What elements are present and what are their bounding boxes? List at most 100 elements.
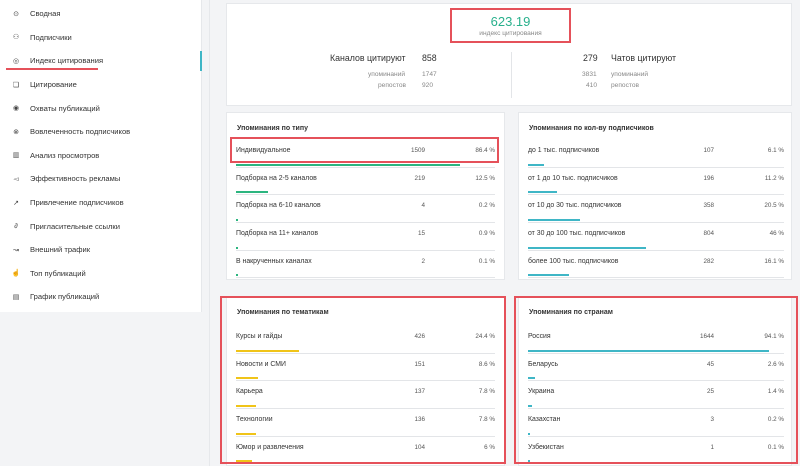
citation-index-label: индекс цитирования xyxy=(479,30,542,37)
by-subs-title: Упоминания по кол-ву подписчиков xyxy=(529,125,654,132)
bar-chart-icon: ▥ xyxy=(12,152,20,160)
sidebar-item-label: Вовлеченность подписчиков xyxy=(30,127,131,137)
divider xyxy=(209,0,210,466)
by-type-row: Подборка на 2-5 каналов 219 12.5 % xyxy=(236,168,495,196)
sidebar-item[interactable]: ⊙ Сводная xyxy=(0,2,201,26)
sidebar-item-label: Пригласительные ссылки xyxy=(30,221,121,231)
row-percent: 6.1 % xyxy=(767,147,784,154)
sidebar-item[interactable]: ◅ Эффективность рекламы xyxy=(0,167,201,191)
sidebar-item[interactable]: ▤ График публикаций xyxy=(0,285,201,309)
row-label: Подборка на 6-10 каналов xyxy=(236,202,321,210)
highlight-individual xyxy=(230,137,499,163)
row-progress-bar xyxy=(236,274,238,277)
sidebar-item-label: Эффективность рекламы xyxy=(30,174,121,184)
sidebar: ⊙ Сводная ⚇ Подписчики ◎ Индекс цитирования ❏ Ц… xyxy=(0,0,202,312)
arrow-icon: ↗ xyxy=(13,199,19,207)
sidebar-item[interactable]: ↝ Внешний трафик xyxy=(0,238,201,262)
by-type-title: Упоминания по типу xyxy=(237,125,308,132)
by-subs-row: до 1 тыс. подписчиков 107 6.1 % xyxy=(528,140,784,168)
row-count: 4 xyxy=(421,202,425,210)
by-subs-row: более 100 тыс. подписчиков 282 16.1 % xyxy=(528,251,784,279)
row-percent: 46 % xyxy=(769,230,784,238)
sidebar-item[interactable]: ▥ Анализ просмотров xyxy=(0,144,201,168)
at-icon: ◎ xyxy=(12,57,20,65)
sidebar-item-label: Цитирование xyxy=(30,80,77,90)
row-label: более 100 тыс. подписчиков xyxy=(528,257,619,265)
channels-label: Каналов цитируют xyxy=(330,53,406,63)
sidebar-item[interactable]: ∂ Пригласительные ссылки xyxy=(0,214,201,238)
row-progress-bar xyxy=(528,163,544,166)
row-percent: 16.1 % xyxy=(764,257,784,265)
engagement-icon: ⊗ xyxy=(13,128,19,136)
sidebar-item-label: Охваты публикаций xyxy=(30,103,100,113)
quote-icon: ❏ xyxy=(12,81,20,89)
highlight-topics-card xyxy=(220,296,506,464)
channels-count: 858 xyxy=(422,53,437,63)
sidebar-item-label: Сводная xyxy=(30,9,61,19)
link-icon: ∂ xyxy=(14,222,18,230)
chats-reposts-label: репостов xyxy=(611,82,639,89)
sidebar-item-label: Внешний трафик xyxy=(30,245,91,255)
row-label: от 1 до 10 тыс. подписчиков xyxy=(528,174,618,182)
row-progress-bar xyxy=(528,191,557,194)
sidebar-item-label: Анализ просмотров xyxy=(30,150,100,160)
by-type-row: В накрученных каналах 2 0.1 % xyxy=(236,251,495,279)
channels-mentions-label: упоминаний xyxy=(368,71,406,78)
sidebar-item[interactable]: ❏ Цитирование xyxy=(0,73,201,97)
row-percent: 11.2 % xyxy=(764,174,784,182)
sidebar-item[interactable]: ◉ Охваты публикаций xyxy=(0,96,201,120)
row-percent: 0.9 % xyxy=(478,230,495,238)
by-subs-row: от 1 до 10 тыс. подписчиков 196 11.2 % xyxy=(528,168,784,196)
by-type-row: Подборка на 11+ каналов 15 0.9 % xyxy=(236,223,495,251)
row-percent: 0.1 % xyxy=(478,257,495,265)
channels-mentions-value: 1747 xyxy=(422,71,437,78)
row-count: 358 xyxy=(703,202,714,210)
calendar-icon: ▤ xyxy=(12,293,20,301)
channels-reposts-value: 920 xyxy=(422,82,434,89)
sidebar-item[interactable]: ⚇ Подписчики xyxy=(0,26,201,50)
row-progress-bar xyxy=(236,191,269,194)
chats-reposts-value: 410 xyxy=(586,82,598,89)
sidebar-item[interactable]: ↗ Привлечение подписчиков xyxy=(0,191,201,215)
row-count: 2 xyxy=(421,257,425,265)
row-label: до 1 тыс. подписчиков xyxy=(528,147,600,154)
sidebar-item[interactable]: ☝ Топ публикаций xyxy=(0,262,201,286)
row-progress-bar xyxy=(236,219,238,222)
highlight-countries-card xyxy=(514,296,798,464)
row-percent: 20.5 % xyxy=(764,202,784,210)
row-percent: 0.2 % xyxy=(478,202,495,210)
row-label: Подборка на 11+ каналов xyxy=(236,230,319,238)
row-progress-bar xyxy=(236,163,460,166)
channels-reposts-label: репостов xyxy=(378,82,406,89)
sidebar-item-label: График публикаций xyxy=(30,292,100,302)
sidebar-item-label: Индекс цитирования xyxy=(30,56,104,66)
sidebar-item[interactable]: ⊗ Вовлеченность подписчиков xyxy=(0,120,201,144)
row-count: 107 xyxy=(703,147,714,154)
chats-label: Чатов цитируют xyxy=(611,53,677,63)
citation-index-box: 623.19 индекс цитирования xyxy=(450,8,571,43)
row-count: 804 xyxy=(703,230,714,238)
row-count: 219 xyxy=(414,174,425,182)
row-progress-bar xyxy=(528,246,646,249)
by-subs-row: от 10 до 30 тыс. подписчиков 358 20.5 % xyxy=(528,195,784,224)
row-percent: 12.5 % xyxy=(475,174,495,182)
row-label: В накрученных каналах xyxy=(236,257,312,265)
row-count: 15 xyxy=(417,230,425,238)
sidebar-item-label: Топ публикаций xyxy=(30,268,86,278)
thumb-up-icon: ☝ xyxy=(11,270,21,278)
sidebar-item-label: Подписчики xyxy=(30,32,72,42)
row-count: 282 xyxy=(703,257,714,265)
by-type-row: Подборка на 6-10 каналов 4 0.2 % xyxy=(236,195,495,224)
chats-mentions-value: 3831 xyxy=(582,71,597,78)
grid-icon: ⊙ xyxy=(13,10,19,18)
citation-index-value: 623.19 xyxy=(490,14,531,29)
eye-icon: ◉ xyxy=(12,105,20,113)
row-count: 196 xyxy=(703,174,714,182)
row-progress-bar xyxy=(528,219,581,222)
megaphone-icon: ◅ xyxy=(13,175,19,183)
row-label: Подборка на 2-5 каналов xyxy=(236,174,317,182)
by-subs-row: от 30 до 100 тыс. подписчиков 804 46 % xyxy=(528,223,784,251)
row-label: от 30 до 100 тыс. подписчиков xyxy=(528,230,626,238)
sidebar-item-label: Привлечение подписчиков xyxy=(30,198,124,208)
users-icon: ⚇ xyxy=(12,34,20,42)
